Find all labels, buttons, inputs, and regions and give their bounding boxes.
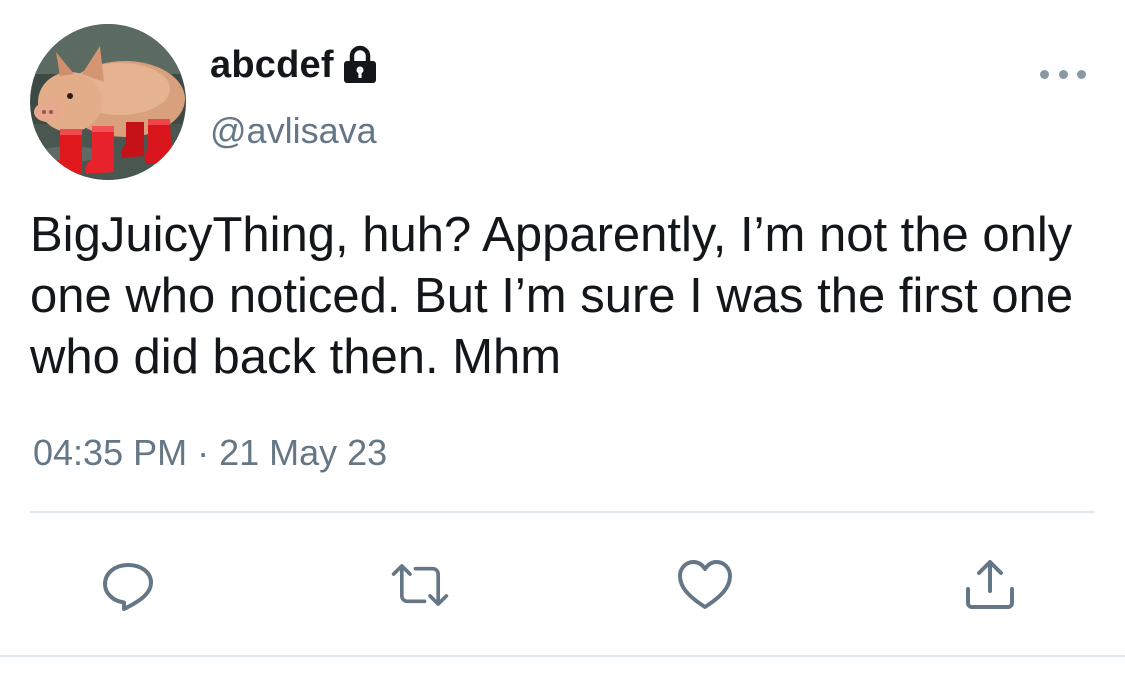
tweet-timestamp[interactable]: 04:35 PM · 21 May 23 [33,432,387,474]
user-name-row: abcdef [210,40,378,90]
divider [0,655,1125,657]
tweet-card: abcdef @avlisava BigJuicyThing, huh? App… [0,0,1125,675]
user-handle[interactable]: @avlisava [210,110,377,152]
heart-icon [678,560,732,609]
more-options-button[interactable] [1040,60,1086,88]
lock-icon [342,45,378,85]
share-icon [966,560,1014,609]
retweet-button[interactable] [390,555,450,615]
tweet-text: BigJuicyThing, huh? Apparently, I’m not … [30,208,1074,384]
pig-in-red-boots-avatar [30,24,186,180]
more-dot-icon [1058,69,1068,79]
reply-icon [103,563,153,611]
more-dot-icon [1077,69,1086,79]
share-button[interactable] [960,555,1020,615]
divider [30,511,1095,513]
avatar[interactable] [30,24,186,180]
like-button[interactable] [675,555,735,615]
display-name[interactable]: abcdef [210,44,334,87]
reply-button[interactable] [98,555,158,615]
retweet-icon [391,564,449,606]
more-dot-icon [1040,69,1049,79]
